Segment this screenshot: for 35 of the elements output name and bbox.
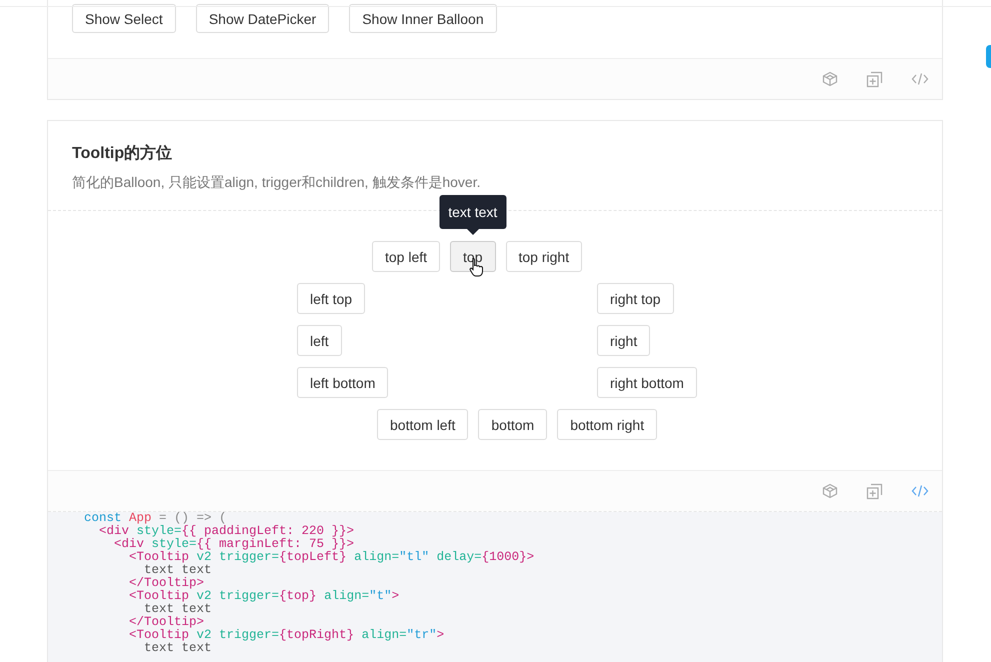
- section-title: Tooltip的方位: [72, 143, 174, 164]
- code-line: text text: [143, 603, 212, 616]
- code-line: </Tooltip>: [128, 577, 204, 590]
- code-icon[interactable]: [911, 72, 929, 86]
- cube-icon[interactable]: [822, 71, 838, 87]
- placement-button[interactable]: top left: [372, 241, 440, 272]
- tooltip: text text: [439, 195, 506, 229]
- placement-button[interactable]: bottom right: [557, 409, 658, 440]
- demo-button[interactable]: Show DatePicker: [196, 4, 330, 33]
- placement-button[interactable]: left bottom: [297, 367, 388, 398]
- code-line: text text: [143, 564, 212, 577]
- placement-button[interactable]: left top: [297, 283, 366, 314]
- code-line: text text: [143, 642, 212, 655]
- code-line: <div style={{ marginLeft: 75 }}>: [113, 538, 354, 551]
- code-line: <Tooltip v2 trigger={top} align="t">: [128, 590, 400, 603]
- code-line: <div style={{ paddingLeft: 220 }}>: [98, 525, 354, 538]
- code-line: </Tooltip>: [128, 616, 204, 629]
- section-description: 简化的Balloon, 只能设置align, trigger和children, 触发条件是hover.: [72, 174, 482, 192]
- tooltip-arrow: [466, 229, 479, 235]
- placement-button[interactable]: left: [297, 325, 342, 356]
- placement-button[interactable]: right: [597, 325, 650, 356]
- demo-button[interactable]: Show Inner Balloon: [349, 4, 497, 33]
- placement-button[interactable]: bottom: [478, 409, 548, 440]
- code-line: <Tooltip v2 trigger={topLeft} align="tl" delay={1000}>: [128, 551, 534, 564]
- demo-button[interactable]: Show Select: [72, 4, 176, 33]
- code-icon[interactable]: [911, 484, 929, 498]
- placement-button[interactable]: top right: [506, 241, 582, 272]
- cube-icon[interactable]: [822, 483, 838, 499]
- copy-add-icon[interactable]: [866, 482, 883, 500]
- copy-add-icon[interactable]: [866, 70, 883, 88]
- placement-button[interactable]: right top: [597, 283, 674, 314]
- placement-button[interactable]: right bottom: [597, 367, 697, 398]
- code-line: const App = () => (: [84, 512, 227, 525]
- placement-button[interactable]: bottom left: [377, 409, 468, 440]
- code-line: <Tooltip v2 trigger={topRight} align="tr">: [128, 629, 444, 642]
